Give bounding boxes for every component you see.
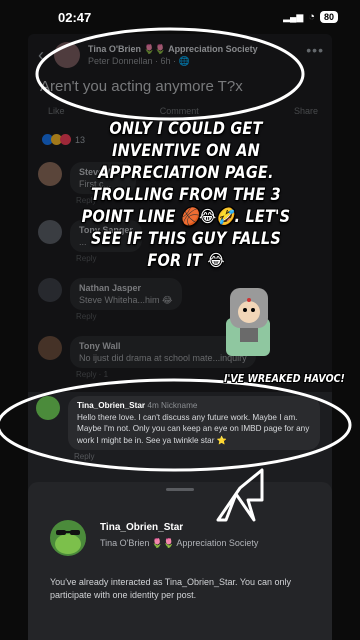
cartoon-character <box>226 288 270 356</box>
annotation-ellipse-bottom <box>0 378 352 472</box>
screen: 02:47 ▂▄▆ ◔ 80 ‹ Tina O'Brien 🌷🌷 Appreci… <box>0 0 360 640</box>
annotation-arrow <box>216 468 264 522</box>
caption-overlay: ONLY I COULD GET INVENTIVE ON AN APPRECI… <box>81 119 291 270</box>
havoc-caption: I'VE WREAKED HAVOC! <box>224 373 345 385</box>
annotation-layer <box>0 27 352 522</box>
annotation-ellipse-top <box>35 27 305 121</box>
